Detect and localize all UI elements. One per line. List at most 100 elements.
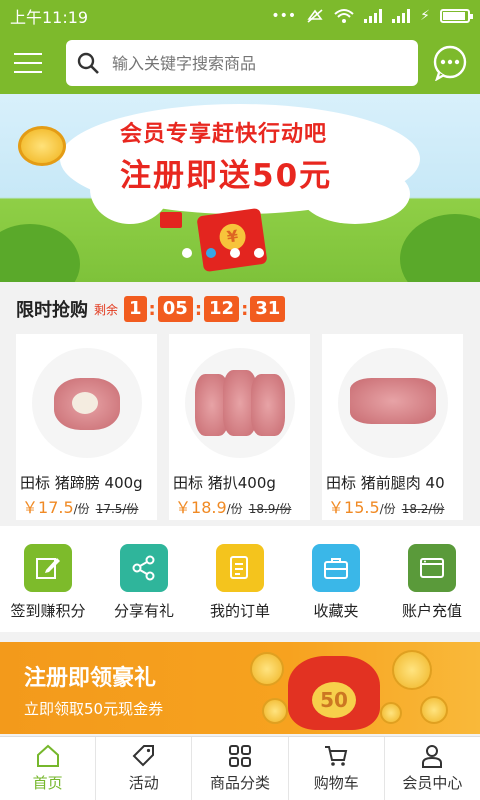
countdown-separator: :: [148, 298, 156, 320]
action-share-gift[interactable]: 分享有礼: [96, 526, 192, 632]
action-checkin-points[interactable]: 签到赚积分: [0, 526, 96, 632]
coin-icon: [18, 126, 66, 166]
tab-member-center[interactable]: 会员中心: [385, 737, 480, 800]
original-price: 17.5/份: [95, 502, 139, 516]
gold-coin-icon: [420, 696, 448, 724]
product-card[interactable]: 田标 猪扒400g ￥ 18.9/份 18.9/份: [169, 334, 310, 520]
tab-label: 首页: [32, 774, 63, 792]
tab-label: 会员中心: [402, 774, 463, 792]
product-price: 15.5: [344, 498, 380, 517]
bush-shape: [0, 224, 80, 282]
countdown-separator: :: [241, 298, 249, 320]
battery-icon: [440, 9, 473, 23]
price-row: ￥ 18.9/份 18.9/份: [175, 494, 291, 518]
flash-sale-header: 限时抢购 剩余 1 : 05 : 12 : 31: [16, 296, 286, 322]
action-account-recharge[interactable]: 账户充值: [384, 526, 480, 632]
product-name: 田标 猪前腿肉 40: [326, 474, 445, 492]
money-bag-icon: 50: [288, 656, 380, 730]
share-icon: [132, 555, 155, 581]
product-card[interactable]: 田标 猪前腿肉 40 ￥ 15.5/份 18.2/份: [322, 334, 463, 520]
price-unit: /份: [226, 502, 243, 516]
promo-banner[interactable]: 会员专享赶快行动吧 注册即送50元 ¥: [0, 94, 480, 282]
pork-chop-image: [251, 374, 285, 436]
remaining-label: 剩余: [94, 302, 119, 317]
product-name: 田标 猪扒400g: [173, 474, 276, 492]
edit-icon: [36, 558, 60, 579]
carousel-dot[interactable]: [206, 248, 216, 258]
charging-icon: ⚡: [420, 8, 430, 24]
product-price: 17.5: [38, 498, 74, 517]
countdown-minutes: 12: [204, 296, 240, 322]
tab-label: 商品分类: [210, 774, 271, 792]
grid-icon: [229, 745, 251, 767]
status-time: 上午11:19: [10, 8, 89, 27]
card-icon: [420, 558, 444, 578]
tab-cart[interactable]: 购物车: [289, 737, 385, 800]
quick-actions: 签到赚积分 分享有礼 我的订单 收藏夹 账户充值: [0, 526, 480, 632]
price-unit: /份: [73, 502, 90, 516]
signal-icon: [364, 9, 383, 23]
action-icon-bg: [24, 544, 72, 592]
action-label: 收藏夹: [313, 602, 359, 620]
action-label: 分享有礼: [113, 602, 174, 620]
price-row: ￥ 17.5/份 17.5/份: [22, 494, 138, 518]
action-icon-bg: [312, 544, 360, 592]
countdown-hours: 05: [157, 296, 193, 322]
gold-coin-icon: [250, 652, 284, 686]
status-bar: 上午11:19 ••• ⚡: [0, 0, 480, 32]
red-envelope-icon: [160, 212, 182, 228]
battery-level: [443, 12, 465, 20]
search-box[interactable]: [66, 40, 418, 86]
message-icon[interactable]: [432, 45, 468, 81]
home-icon: [36, 744, 59, 767]
flash-sale-section: 限时抢购 剩余 1 : 05 : 12 : 31 田标 猪蹄膀 400g ￥ 17…: [0, 282, 480, 526]
price-unit: /份: [379, 502, 396, 516]
cart-icon: [325, 746, 348, 766]
carousel-dot[interactable]: [230, 248, 240, 258]
tab-activity[interactable]: 活动: [96, 737, 193, 800]
product-list: 田标 猪蹄膀 400g ￥ 17.5/份 17.5/份 田标 猪扒400g ￥ 18.…: [16, 334, 463, 520]
tag-icon: [132, 745, 154, 767]
pork-leg-image: [350, 378, 436, 424]
price-row: ￥ 15.5/份 18.2/份: [328, 494, 444, 518]
action-my-orders[interactable]: 我的订单: [192, 526, 288, 632]
gold-coin-icon: [392, 650, 432, 690]
carousel-dot[interactable]: [182, 248, 192, 258]
signal-icon-2: [392, 9, 411, 23]
currency: ￥: [22, 498, 39, 517]
more-icon: •••: [271, 8, 297, 24]
wifi-icon: [334, 9, 354, 23]
tab-categories[interactable]: 商品分类: [192, 737, 289, 800]
bag-value: 50: [312, 682, 356, 718]
status-icons: ••• ⚡: [271, 8, 473, 24]
search-input[interactable]: [112, 53, 408, 73]
gold-coin-icon: [262, 698, 288, 724]
original-price: 18.2/份: [401, 502, 445, 516]
search-icon: [77, 52, 99, 74]
action-label: 账户充值: [401, 602, 462, 620]
countdown-seconds: 31: [250, 296, 286, 322]
bottom-navigation: 首页 活动 商品分类 购物车 会员中心: [0, 736, 480, 800]
briefcase-icon: [324, 558, 348, 579]
order-list-icon: [230, 556, 248, 579]
menu-icon[interactable]: [12, 50, 44, 76]
banner-subtitle: 注册即送50元: [120, 158, 333, 194]
register-promo-banner[interactable]: 注册即领豪礼 立即领取50元现金券 50: [0, 642, 480, 734]
carousel-dot[interactable]: [254, 248, 264, 258]
product-price: 18.9: [191, 498, 227, 517]
carousel-indicator: [182, 248, 264, 258]
product-image: [338, 348, 448, 458]
banner-title: 会员专享赶快行动吧: [120, 122, 328, 147]
top-header: [0, 32, 480, 94]
action-icon-bg: [408, 544, 456, 592]
bone-shape: [72, 392, 98, 414]
tab-label: 活动: [128, 774, 159, 792]
mute-icon: [307, 9, 323, 23]
promo-subtitle: 立即领取50元现金券: [24, 700, 164, 718]
bush-shape: [400, 214, 480, 282]
product-card[interactable]: 田标 猪蹄膀 400g ￥ 17.5/份 17.5/份: [16, 334, 157, 520]
action-icon-bg: [120, 544, 168, 592]
action-favorites[interactable]: 收藏夹: [288, 526, 384, 632]
action-label: 我的订单: [209, 602, 270, 620]
tab-home[interactable]: 首页: [0, 737, 97, 800]
